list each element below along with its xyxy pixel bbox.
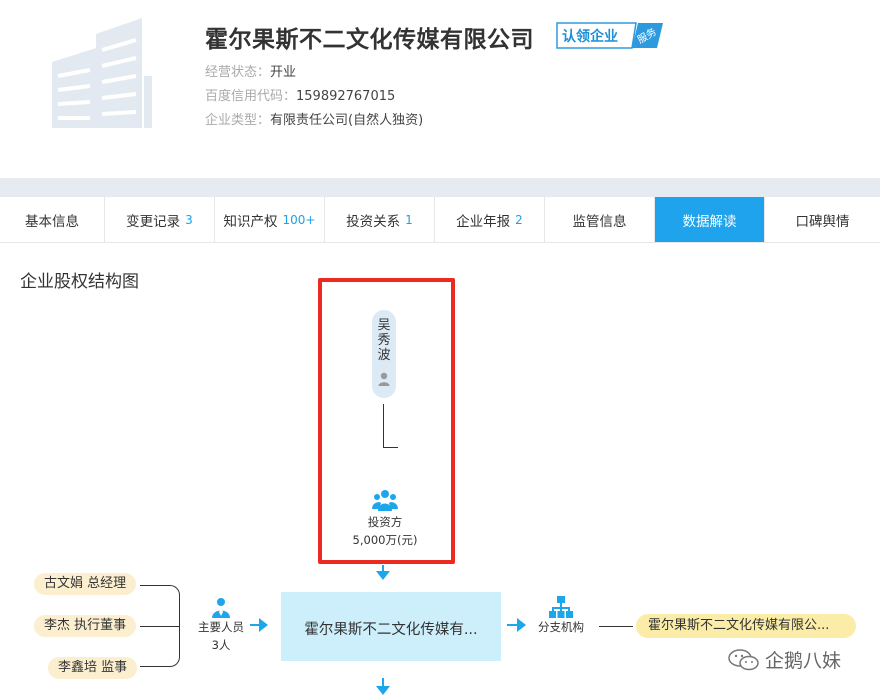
tab-label: 投资关系: [346, 213, 401, 230]
tab-label: 变更记录: [126, 213, 181, 230]
building-logo-icon: [52, 18, 152, 128]
tab-count: 1: [405, 212, 413, 227]
staff-bracket-line: [140, 626, 180, 627]
branch-label: 分支机构: [538, 620, 584, 634]
type-value: 有限责任公司(自然人独资): [270, 113, 424, 128]
watermark: 企鹅八妹: [728, 646, 878, 672]
type-label: 企业类型：: [205, 113, 271, 128]
branch-org-icon: [549, 596, 573, 618]
tab-reputation[interactable]: 口碑舆情: [765, 197, 880, 242]
section-title: 企业股权结构图: [20, 272, 139, 292]
branch-arrow-stem: [507, 624, 517, 626]
branch-connector-line: [599, 626, 633, 627]
company-header: 霍尔果斯不二文化传媒有限公司 服务 认领企业 经营状态：开业 百度信用代码：15…: [0, 0, 880, 178]
center-company-node[interactable]: 霍尔果斯不二文化传媒有...: [281, 592, 501, 661]
staff-label: 主要人员: [198, 620, 244, 634]
watermark-text: 企鹅八妹: [765, 650, 842, 672]
tab-label: 监管信息: [572, 213, 627, 230]
tab-annual-reports[interactable]: 企业年报 2: [435, 197, 545, 242]
tab-label: 数据解读: [682, 213, 737, 230]
tab-regulatory-info[interactable]: 监管信息: [545, 197, 655, 242]
staff-count: 3人: [211, 638, 231, 652]
credit-row: 百度信用代码：159892767015: [205, 85, 395, 104]
company-name: 霍尔果斯不二文化传媒有限公司: [205, 27, 534, 53]
claim-badge-label: 认领企业: [562, 29, 618, 45]
tab-label: 口碑舆情: [795, 213, 850, 230]
tab-count: 2: [515, 212, 523, 227]
branch-right-arrow-icon: [517, 618, 526, 632]
wechat-icon: [728, 649, 759, 671]
tab-label: 企业年报: [456, 213, 511, 230]
credit-label: 百度信用代码：: [205, 89, 297, 104]
status-value: 开业: [270, 65, 297, 80]
tab-count: 3: [185, 212, 193, 227]
claim-badge[interactable]: 服务 认领企业: [556, 22, 664, 49]
staff-item[interactable]: 古文娟 总经理: [34, 573, 137, 595]
tab-label: 知识产权: [223, 213, 278, 230]
tab-label: 基本信息: [25, 213, 79, 230]
tab-bar: 基本信息 变更记录 3 知识产权 100+ 投资关系 1 企业年报 2 监管信息 数据解…: [0, 197, 880, 243]
staff-arrow-stem: [250, 624, 259, 626]
tab-intellectual-property[interactable]: 知识产权 100+: [215, 197, 325, 242]
bottom-down-arrow-icon: [376, 686, 390, 695]
tab-change-records[interactable]: 变更记录 3: [105, 197, 215, 242]
status-label: 经营状态：: [205, 65, 271, 80]
staff-right-arrow-icon: [259, 618, 268, 632]
credit-value: 159892767015: [296, 89, 396, 104]
staff-item[interactable]: 李杰 执行董事: [34, 615, 137, 637]
tab-investments[interactable]: 投资关系 1: [325, 197, 435, 242]
highlight-box: [318, 278, 455, 564]
header-divider-band: [0, 178, 880, 197]
center-company-name: 霍尔果斯不二文化传媒有...: [304, 622, 478, 638]
tab-basic-info[interactable]: 基本信息: [0, 197, 105, 242]
bottom-arrow-stem: [382, 678, 384, 686]
status-row: 经营状态：开业: [205, 61, 296, 80]
tab-count: 100+: [282, 212, 316, 227]
staff-item[interactable]: 李鑫培 监事: [48, 657, 138, 679]
type-row: 企业类型：有限责任公司(自然人独资): [205, 109, 423, 128]
tab-data-analysis[interactable]: 数据解读: [655, 197, 765, 242]
down-arrow-icon: [376, 571, 390, 580]
branch-company[interactable]: 霍尔果斯不二文化传媒有限公...: [636, 614, 856, 638]
staff-person-icon: [212, 598, 230, 618]
